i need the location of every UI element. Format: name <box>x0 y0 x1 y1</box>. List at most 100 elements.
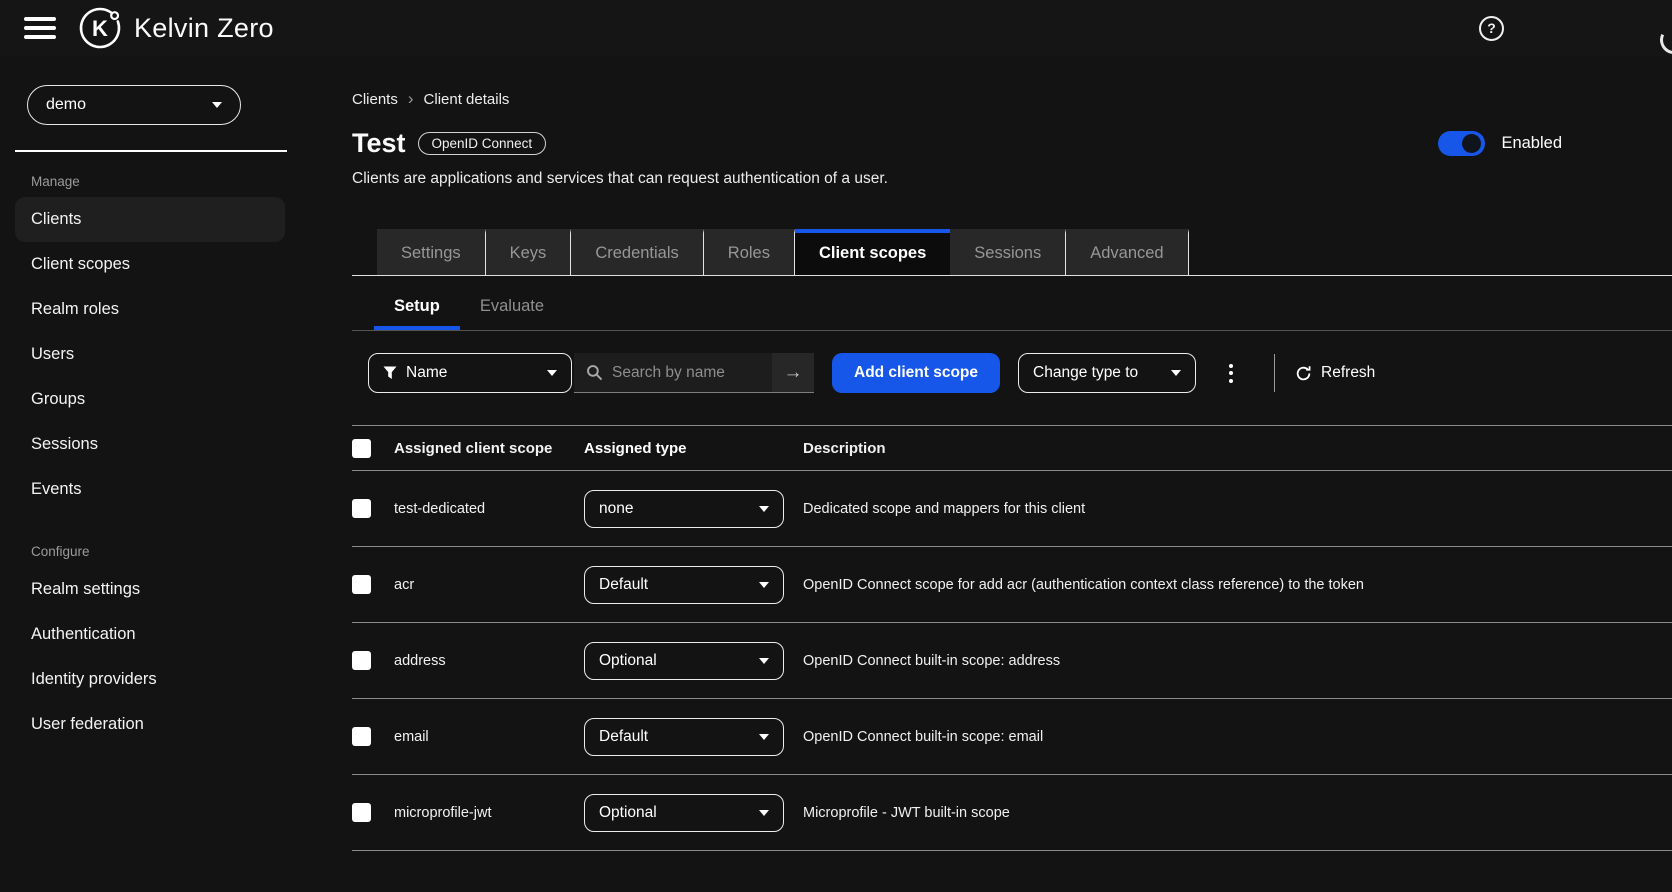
subtab-setup[interactable]: Setup <box>374 291 460 330</box>
chevron-down-icon <box>759 657 769 664</box>
select-all-checkbox[interactable] <box>352 438 371 458</box>
tab-keys[interactable]: Keys <box>485 229 572 275</box>
search-icon <box>586 364 603 381</box>
sidebar-item-realm-roles[interactable]: Realm roles <box>15 287 285 332</box>
client-detail-tabs: Settings Keys Credentials Roles Client s… <box>352 229 1672 276</box>
brand: K Kelvin Zero <box>78 6 274 50</box>
chevron-down-icon <box>759 581 769 588</box>
enabled-toggle[interactable] <box>1438 131 1486 156</box>
table-row: email Default OpenID Connect built-in sc… <box>352 699 1672 775</box>
row-checkbox[interactable] <box>352 651 371 670</box>
sidebar-item-identity-providers[interactable]: Identity providers <box>15 657 285 702</box>
search-input[interactable]: Search by name <box>574 353 772 393</box>
search-submit-button[interactable]: → <box>772 353 814 393</box>
assigned-type-dropdown[interactable]: none <box>584 489 784 528</box>
row-checkbox[interactable] <box>352 803 371 822</box>
chevron-down-icon <box>759 733 769 740</box>
sidebar-item-events[interactable]: Events <box>15 467 285 512</box>
tab-settings[interactable]: Settings <box>377 229 486 275</box>
breadcrumb-clients-link[interactable]: Clients <box>352 91 398 108</box>
col-description: Description <box>803 439 886 457</box>
change-type-dropdown[interactable]: Change type to <box>1018 353 1197 393</box>
sidebar-item-authentication[interactable]: Authentication <box>15 612 285 657</box>
chevron-down-icon <box>547 370 557 376</box>
scope-name-link[interactable]: microprofile-jwt <box>394 805 584 821</box>
filter-type-dropdown[interactable]: Name <box>368 353 572 393</box>
assigned-type-dropdown[interactable]: Optional <box>584 793 784 832</box>
main-content: Clients › Client details Test OpenID Con… <box>330 56 1672 892</box>
table-row: microprofile-jwt Optional Microprofile -… <box>352 775 1672 851</box>
chevron-down-icon <box>1171 370 1182 376</box>
toolbar-divider <box>1274 354 1276 392</box>
assigned-type-value: Default <box>599 575 649 593</box>
subtab-evaluate[interactable]: Evaluate <box>460 291 564 330</box>
assigned-type-value: none <box>599 499 634 517</box>
scope-name-link[interactable]: acr <box>394 577 584 593</box>
change-type-label: Change type to <box>1033 364 1139 381</box>
add-client-scope-button[interactable]: Add client scope <box>832 353 1001 393</box>
refresh-label: Refresh <box>1321 364 1376 381</box>
client-scopes-subtabs: Setup Evaluate <box>352 276 1672 331</box>
tab-credentials[interactable]: Credentials <box>571 229 704 275</box>
table-toolbar: Name Search by name → Add client scope C… <box>352 353 1672 393</box>
table-row: acr Default OpenID Connect scope for add… <box>352 547 1672 623</box>
sidebar-item-clients[interactable]: Clients <box>15 197 285 242</box>
help-icon[interactable]: ? <box>1479 15 1504 41</box>
table-header-row: Assigned client scope Assigned type Desc… <box>352 425 1672 471</box>
scope-description: OpenID Connect scope for add acr (authen… <box>803 576 1364 593</box>
tab-sessions[interactable]: Sessions <box>950 229 1067 275</box>
toggle-knob <box>1462 134 1482 153</box>
sidebar-item-realm-settings[interactable]: Realm settings <box>15 567 285 612</box>
refresh-button[interactable]: Refresh <box>1295 364 1375 382</box>
realm-selector-value: demo <box>46 96 87 113</box>
sidebar-item-sessions[interactable]: Sessions <box>15 422 285 467</box>
tab-client-scopes[interactable]: Client scopes <box>794 229 951 275</box>
sidebar-item-users[interactable]: Users <box>15 332 285 377</box>
scope-description: OpenID Connect built-in scope: email <box>803 728 1044 745</box>
partial-user-icon[interactable] <box>1656 22 1672 56</box>
tab-roles[interactable]: Roles <box>703 229 795 275</box>
protocol-badge: OpenID Connect <box>417 132 547 155</box>
scope-name-link[interactable]: email <box>394 729 584 745</box>
sidebar-item-groups[interactable]: Groups <box>15 377 285 422</box>
assigned-type-dropdown[interactable]: Default <box>584 565 784 604</box>
search-group: Search by name → <box>574 353 814 393</box>
assigned-type-dropdown[interactable]: Optional <box>584 641 784 680</box>
app-header: K Kelvin Zero ? <box>0 0 1672 56</box>
assigned-type-dropdown[interactable]: Default <box>584 717 784 756</box>
page-description: Clients are applications and services th… <box>352 170 888 187</box>
chevron-down-icon <box>759 505 769 512</box>
col-assigned-client-scope: Assigned client scope <box>394 439 553 457</box>
page-title: Test <box>352 128 406 158</box>
scope-description: Dedicated scope and mappers for this cli… <box>803 500 1086 517</box>
row-checkbox[interactable] <box>352 727 371 746</box>
scope-name-link[interactable]: address <box>394 653 584 669</box>
realm-selector[interactable]: demo <box>27 85 241 125</box>
client-scopes-table: Assigned client scope Assigned type Desc… <box>352 425 1672 851</box>
row-checkbox[interactable] <box>352 499 371 518</box>
brand-logo-icon: K <box>78 6 122 50</box>
assigned-type-value: Optional <box>599 651 657 669</box>
sidebar-item-client-scopes[interactable]: Client scopes <box>15 242 285 287</box>
sidebar-item-user-federation[interactable]: User federation <box>15 702 285 747</box>
menu-icon[interactable] <box>24 17 56 39</box>
nav-section-configure: Configure <box>31 544 90 559</box>
nav-section-manage: Manage <box>31 174 80 189</box>
scope-name-link[interactable]: test-dedicated <box>394 501 584 517</box>
search-placeholder: Search by name <box>612 363 725 381</box>
breadcrumb-current: Client details <box>423 90 510 108</box>
chevron-down-icon <box>212 102 222 108</box>
brand-name: Kelvin Zero <box>134 12 274 43</box>
assigned-type-value: Optional <box>599 803 657 821</box>
arrow-right-icon: → <box>783 361 803 383</box>
row-checkbox[interactable] <box>352 575 371 594</box>
enabled-label: Enabled <box>1501 134 1562 152</box>
scope-description: Microprofile - JWT built-in scope <box>803 804 1010 821</box>
refresh-icon <box>1295 365 1312 382</box>
svg-text:K: K <box>92 16 108 41</box>
sidebar-divider <box>15 150 287 152</box>
tab-advanced[interactable]: Advanced <box>1066 229 1189 275</box>
kebab-menu-icon[interactable] <box>1210 353 1252 393</box>
table-row: address Optional OpenID Connect built-in… <box>352 623 1672 699</box>
scope-description: OpenID Connect built-in scope: address <box>803 652 1061 669</box>
